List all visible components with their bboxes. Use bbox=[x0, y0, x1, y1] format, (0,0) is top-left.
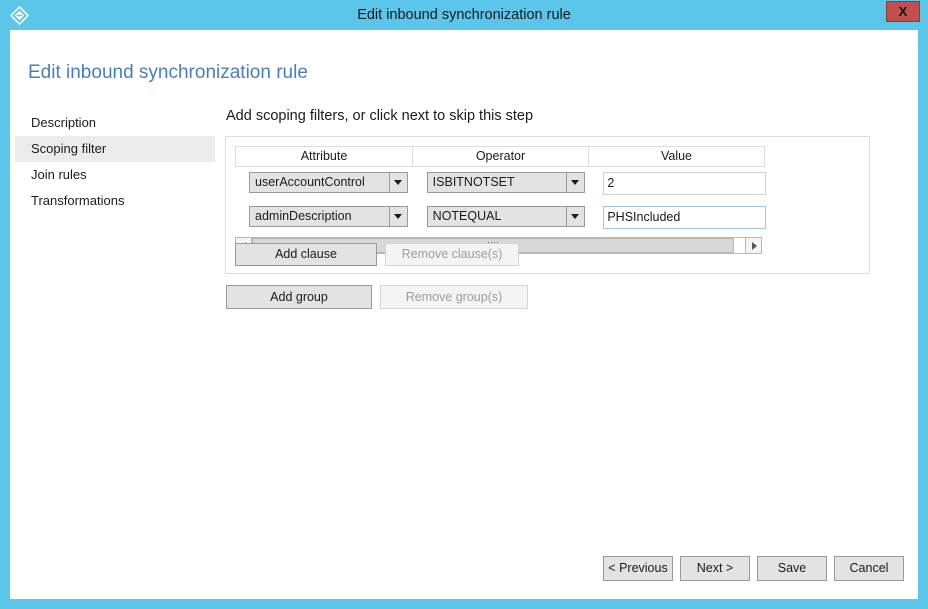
value-input-2[interactable]: PHSIncluded bbox=[603, 206, 766, 229]
clause-button-bar: Add clause Remove clause(s) bbox=[235, 243, 519, 266]
chevron-down-icon[interactable] bbox=[388, 207, 407, 226]
attribute-dropdown-2-value: adminDescription bbox=[255, 209, 352, 223]
value-input-1[interactable]: 2 bbox=[603, 172, 766, 195]
close-icon[interactable]: X bbox=[886, 1, 920, 22]
main-content: Add scoping filters, or click next to sk… bbox=[225, 108, 900, 309]
chevron-right-icon[interactable] bbox=[745, 237, 762, 254]
group-button-bar: Add group Remove group(s) bbox=[226, 285, 900, 309]
remove-clause-button[interactable]: Remove clause(s) bbox=[385, 243, 519, 266]
chevron-down-icon[interactable] bbox=[388, 173, 407, 192]
chevron-down-icon[interactable] bbox=[566, 173, 585, 192]
add-group-button[interactable]: Add group bbox=[226, 285, 372, 309]
attribute-dropdown-1-value: userAccountControl bbox=[255, 175, 365, 189]
scoping-group-panel: Attribute Operator Value userAccountCont… bbox=[225, 136, 870, 274]
sidebar-item-scoping-filter[interactable]: Scoping filter bbox=[15, 136, 215, 162]
table-row: userAccountControl ISBITNOTSET 2 bbox=[235, 172, 766, 201]
attribute-dropdown-2[interactable]: adminDescription bbox=[249, 206, 408, 227]
chevron-down-icon[interactable] bbox=[566, 207, 585, 226]
title-bar: Edit inbound synchronization rule X bbox=[0, 0, 928, 30]
attribute-dropdown-1[interactable]: userAccountControl bbox=[249, 172, 408, 193]
column-header-operator: Operator bbox=[412, 146, 589, 167]
window-title: Edit inbound synchronization rule bbox=[357, 7, 571, 23]
add-clause-button[interactable]: Add clause bbox=[235, 243, 377, 266]
wizard-step-nav: Description Scoping filter Join rules Tr… bbox=[15, 110, 215, 214]
dialog-window: Edit inbound synchronization rule X Edit… bbox=[0, 0, 928, 609]
sidebar-item-join-rules[interactable]: Join rules bbox=[15, 162, 215, 188]
operator-dropdown-1[interactable]: ISBITNOTSET bbox=[426, 172, 586, 193]
operator-dropdown-2-value: NOTEQUAL bbox=[432, 209, 502, 223]
save-button[interactable]: Save bbox=[757, 556, 827, 581]
next-button[interactable]: Next > bbox=[680, 556, 750, 581]
operator-dropdown-2[interactable]: NOTEQUAL bbox=[426, 206, 586, 227]
dialog-client-area: Edit inbound synchronization rule Descri… bbox=[10, 30, 918, 599]
dialog-footer: < Previous Next > Save Cancel bbox=[596, 556, 904, 581]
sidebar-item-description[interactable]: Description bbox=[15, 110, 215, 136]
remove-group-button[interactable]: Remove group(s) bbox=[380, 285, 528, 309]
cancel-button[interactable]: Cancel bbox=[834, 556, 904, 581]
table-header-row: Attribute Operator Value bbox=[235, 146, 766, 167]
column-header-value: Value bbox=[588, 146, 765, 167]
sidebar-item-transformations[interactable]: Transformations bbox=[15, 188, 215, 214]
column-header-attribute: Attribute bbox=[235, 146, 413, 167]
table-row: adminDescription NOTEQUAL PHSIncluded bbox=[235, 206, 766, 235]
page-title: Edit inbound synchronization rule bbox=[28, 62, 308, 83]
clause-table: Attribute Operator Value userAccountCont… bbox=[235, 146, 766, 254]
instruction-text: Add scoping filters, or click next to sk… bbox=[226, 108, 534, 124]
previous-button[interactable]: < Previous bbox=[603, 556, 673, 581]
operator-dropdown-1-value: ISBITNOTSET bbox=[432, 175, 515, 189]
